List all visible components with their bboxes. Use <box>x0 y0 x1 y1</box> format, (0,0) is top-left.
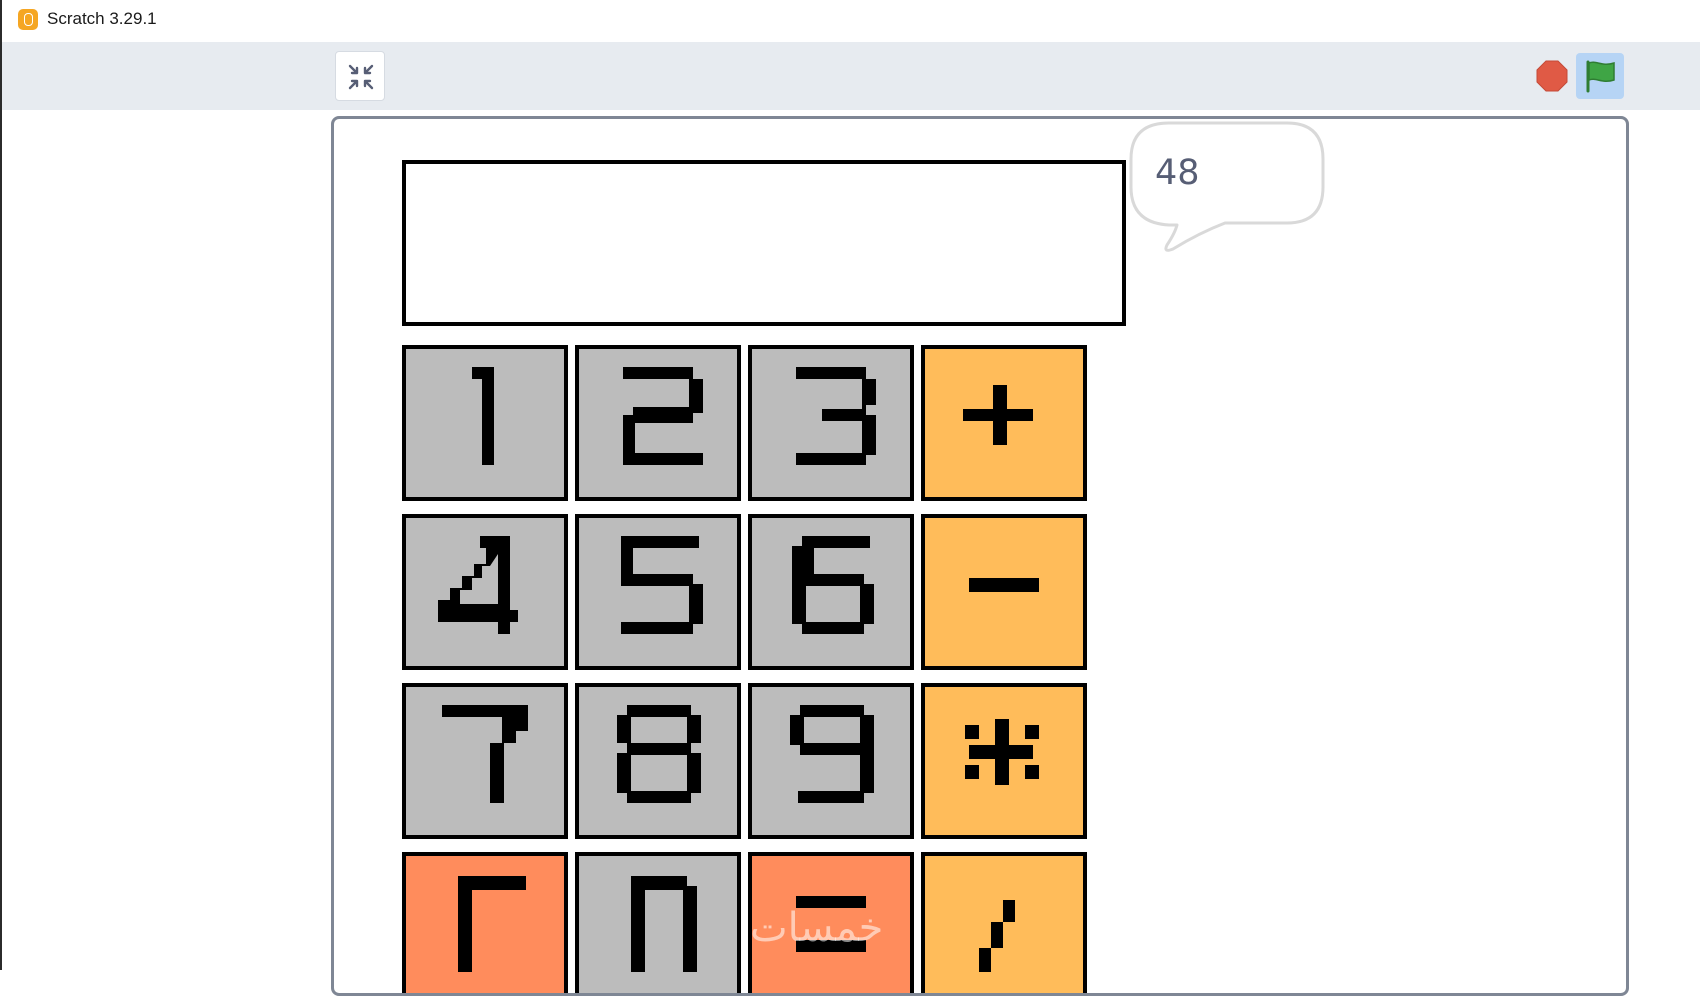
window-left-border <box>0 42 2 970</box>
key-5[interactable]: 5 <box>575 514 741 670</box>
key-glyph <box>963 385 1033 445</box>
key-glyph <box>458 876 526 972</box>
key-divide[interactable]: / <box>921 852 1087 993</box>
key-glyph <box>623 367 703 465</box>
key-glyph <box>472 367 494 465</box>
key-8[interactable]: 8 <box>575 683 741 839</box>
key-glyph <box>796 367 876 465</box>
stop-icon <box>1536 60 1568 92</box>
key-clear[interactable]: C <box>402 852 568 993</box>
green-flag-icon <box>1586 60 1615 93</box>
stage-header <box>2 42 1700 110</box>
key-minus[interactable]: - <box>921 514 1087 670</box>
key-0[interactable]: 0 <box>575 852 741 993</box>
key-glyph <box>442 705 528 803</box>
window-title-bar: Scratch 3.29.1 <box>0 0 1700 42</box>
unfullscreen-button[interactable] <box>335 51 385 101</box>
key-9[interactable]: 9 <box>748 683 914 839</box>
key-4[interactable]: 4 <box>402 514 568 670</box>
key-7[interactable]: 7 <box>402 683 568 839</box>
key-glyph <box>965 719 1039 785</box>
key-3[interactable]: 3 <box>748 345 914 501</box>
key-glyph <box>979 900 1015 972</box>
green-flag-button[interactable] <box>1576 53 1624 99</box>
key-glyph <box>621 536 703 634</box>
calculator-display <box>402 160 1126 326</box>
key-glyph <box>969 578 1039 592</box>
key-2[interactable]: 2 <box>575 345 741 501</box>
key-glyph <box>617 705 701 803</box>
unfullscreen-icon <box>348 64 374 90</box>
key-6[interactable]: 6 <box>748 514 914 670</box>
key-glyph <box>796 896 866 952</box>
speech-bubble-text: 48 <box>1155 153 1200 193</box>
key-glyph <box>792 536 874 634</box>
scratch-app-icon <box>18 9 38 30</box>
key-glyph <box>631 876 697 972</box>
key-glyph <box>790 705 874 803</box>
window-title: Scratch 3.29.1 <box>47 9 157 28</box>
stage[interactable]: 48 123+456- 789* C0=/ <box>331 116 1629 996</box>
key-glyph <box>438 536 518 634</box>
key-multiply[interactable]: * <box>921 683 1087 839</box>
stop-button[interactable] <box>1536 60 1568 92</box>
speech-bubble <box>1129 121 1325 252</box>
key-equals[interactable]: = <box>748 852 914 993</box>
key-1[interactable]: 1 <box>402 345 568 501</box>
key-plus[interactable]: + <box>921 345 1087 501</box>
